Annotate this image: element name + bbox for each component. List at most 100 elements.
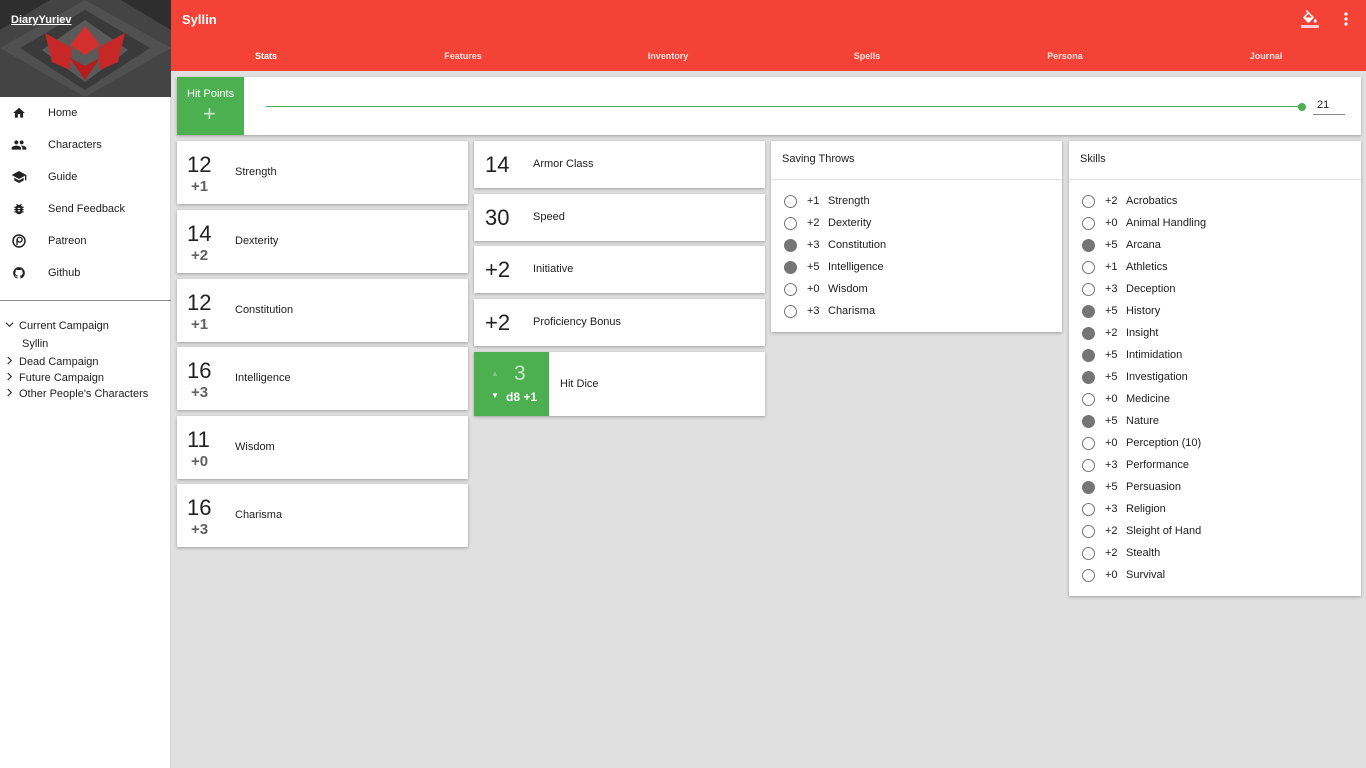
- tab-stats[interactable]: Stats: [255, 51, 277, 61]
- sidebar: DiaryYuriev Home Characters Guide Send F…: [0, 0, 171, 768]
- campaign-future[interactable]: Future Campaign: [0, 370, 171, 386]
- stat-card-proficiency-bonus[interactable]: +2 Proficiency Bonus: [474, 299, 765, 346]
- skills-card: Skills +2 Acrobatics +0 Animal Handling +5 Ar…: [1069, 141, 1361, 596]
- campaign-other-peoples[interactable]: Other People's Characters: [0, 386, 171, 402]
- tab-persona[interactable]: Persona: [1047, 51, 1083, 61]
- ability-card-wisdom[interactable]: 11 +0 Wisdom: [177, 416, 468, 479]
- proficiency-radio[interactable]: [784, 238, 797, 252]
- nav-item-patreon[interactable]: Patreon: [0, 225, 171, 257]
- proficiency-radio[interactable]: [1082, 392, 1095, 406]
- proficiency-radio[interactable]: [1082, 238, 1095, 252]
- home-icon: [11, 105, 27, 121]
- campaign-character-syllin[interactable]: Syllin: [0, 334, 171, 354]
- school-icon: [11, 169, 27, 185]
- skill-name: Athletics: [1126, 261, 1168, 273]
- format-color-fill-icon[interactable]: [1301, 10, 1319, 28]
- nav-item-github[interactable]: Github: [0, 257, 171, 289]
- proficiency-radio[interactable]: [1082, 304, 1095, 318]
- bug-icon: [11, 201, 27, 217]
- stat-value: 14: [485, 152, 510, 177]
- ability-modifier: +2: [191, 247, 209, 264]
- nav-item-home[interactable]: Home: [0, 97, 171, 129]
- tab-journal[interactable]: Journal: [1250, 51, 1283, 61]
- ability-card-strength[interactable]: 12 +1 Strength: [177, 141, 468, 204]
- arrow-up-icon[interactable]: ▲: [491, 369, 499, 378]
- proficiency-radio[interactable]: [784, 216, 797, 230]
- proficiency-radio[interactable]: [1082, 194, 1095, 208]
- hit-points-input[interactable]: 21: [1313, 97, 1345, 115]
- tab-inventory[interactable]: Inventory: [648, 51, 689, 61]
- skill-modifier: +2: [1105, 547, 1118, 559]
- ability-modifier: +3: [191, 384, 209, 401]
- more-vert-icon[interactable]: [1339, 10, 1353, 28]
- proficiency-radio[interactable]: [1082, 568, 1095, 582]
- tab-features[interactable]: Features: [444, 51, 482, 61]
- proficiency-radio[interactable]: [1082, 370, 1095, 384]
- hit-points-slider-thumb[interactable]: [1298, 103, 1306, 111]
- campaign-dead[interactable]: Dead Campaign: [0, 354, 171, 370]
- ability-card-intelligence[interactable]: 16 +3 Intelligence: [177, 347, 468, 410]
- proficiency-radio[interactable]: [1082, 546, 1095, 560]
- saving-throw-modifier: +0: [807, 283, 820, 295]
- proficiency-radio[interactable]: [1082, 436, 1095, 450]
- chevron-right-icon: [0, 388, 19, 400]
- proficiency-radio[interactable]: [1082, 216, 1095, 230]
- saving-throw-name: Wisdom: [828, 283, 868, 295]
- proficiency-radio[interactable]: [1082, 326, 1095, 340]
- saving-throw-name: Strength: [828, 195, 870, 207]
- skill-modifier: +3: [1105, 459, 1118, 471]
- hit-dice-label: Hit Dice: [560, 378, 599, 390]
- saving-throw-modifier: +2: [807, 217, 820, 229]
- nav-item-characters[interactable]: Characters: [0, 129, 171, 161]
- app-bar: Syllin Stats Features Inventory Spells P…: [171, 0, 1366, 71]
- proficiency-radio[interactable]: [784, 304, 797, 318]
- nav-item-label: Send Feedback: [48, 203, 126, 215]
- arrow-down-icon[interactable]: ▼: [491, 391, 499, 400]
- ability-score: 14: [187, 221, 212, 246]
- skill-name: Medicine: [1126, 393, 1171, 405]
- skill-modifier: +3: [1105, 283, 1118, 295]
- skill-modifier: +0: [1105, 437, 1118, 449]
- stat-card-speed[interactable]: 30 Speed: [474, 194, 765, 241]
- stat-name: Initiative: [533, 263, 574, 275]
- skill-modifier: +5: [1105, 349, 1118, 361]
- skill-name: Deception: [1126, 283, 1176, 295]
- nav-item-send-feedback[interactable]: Send Feedback: [0, 193, 171, 225]
- stat-card-armor-class[interactable]: 14 Armor Class: [474, 141, 765, 188]
- card-divider: [1069, 179, 1361, 180]
- proficiency-radio[interactable]: [784, 260, 797, 274]
- user-name-link[interactable]: DiaryYuriev: [11, 14, 72, 26]
- skill-modifier: +5: [1105, 481, 1118, 493]
- add-hit-points-button[interactable]: Hit Points +: [177, 77, 244, 135]
- tab-spells[interactable]: Spells: [854, 51, 881, 61]
- campaign-current[interactable]: Current Campaign: [0, 318, 171, 334]
- proficiency-radio[interactable]: [1082, 524, 1095, 538]
- saving-throw-name: Constitution: [828, 239, 887, 251]
- proficiency-radio[interactable]: [1082, 480, 1095, 494]
- proficiency-radio[interactable]: [1082, 260, 1095, 274]
- nav-item-guide[interactable]: Guide: [0, 161, 171, 193]
- hit-points-slider-track[interactable]: [266, 106, 1301, 107]
- proficiency-radio[interactable]: [784, 282, 797, 296]
- proficiency-radio[interactable]: [1082, 502, 1095, 516]
- saving-throw-name: Dexterity: [828, 217, 872, 229]
- skill-row: +3 Performance: [1082, 458, 1189, 472]
- stat-name: Armor Class: [533, 158, 594, 170]
- proficiency-radio[interactable]: [784, 194, 797, 208]
- ability-card-dexterity[interactable]: 14 +2 Dexterity: [177, 210, 468, 273]
- proficiency-radio[interactable]: [1082, 414, 1095, 428]
- campaign-label: Dead Campaign: [19, 356, 99, 368]
- ability-card-charisma[interactable]: 16 +3 Charisma: [177, 484, 468, 547]
- skill-modifier: +2: [1105, 525, 1118, 537]
- proficiency-radio[interactable]: [1082, 348, 1095, 362]
- skill-row: +5 History: [1082, 304, 1160, 318]
- chevron-right-icon: [0, 356, 19, 368]
- skill-name: Sleight of Hand: [1126, 525, 1202, 537]
- proficiency-radio[interactable]: [1082, 458, 1095, 472]
- skill-row: +5 Investigation: [1082, 370, 1188, 384]
- campaign-label: Other People's Characters: [19, 388, 149, 400]
- stat-card-initiative[interactable]: +2 Initiative: [474, 246, 765, 293]
- ability-card-constitution[interactable]: 12 +1 Constitution: [177, 279, 468, 342]
- skill-row: +3 Religion: [1082, 502, 1166, 516]
- proficiency-radio[interactable]: [1082, 282, 1095, 296]
